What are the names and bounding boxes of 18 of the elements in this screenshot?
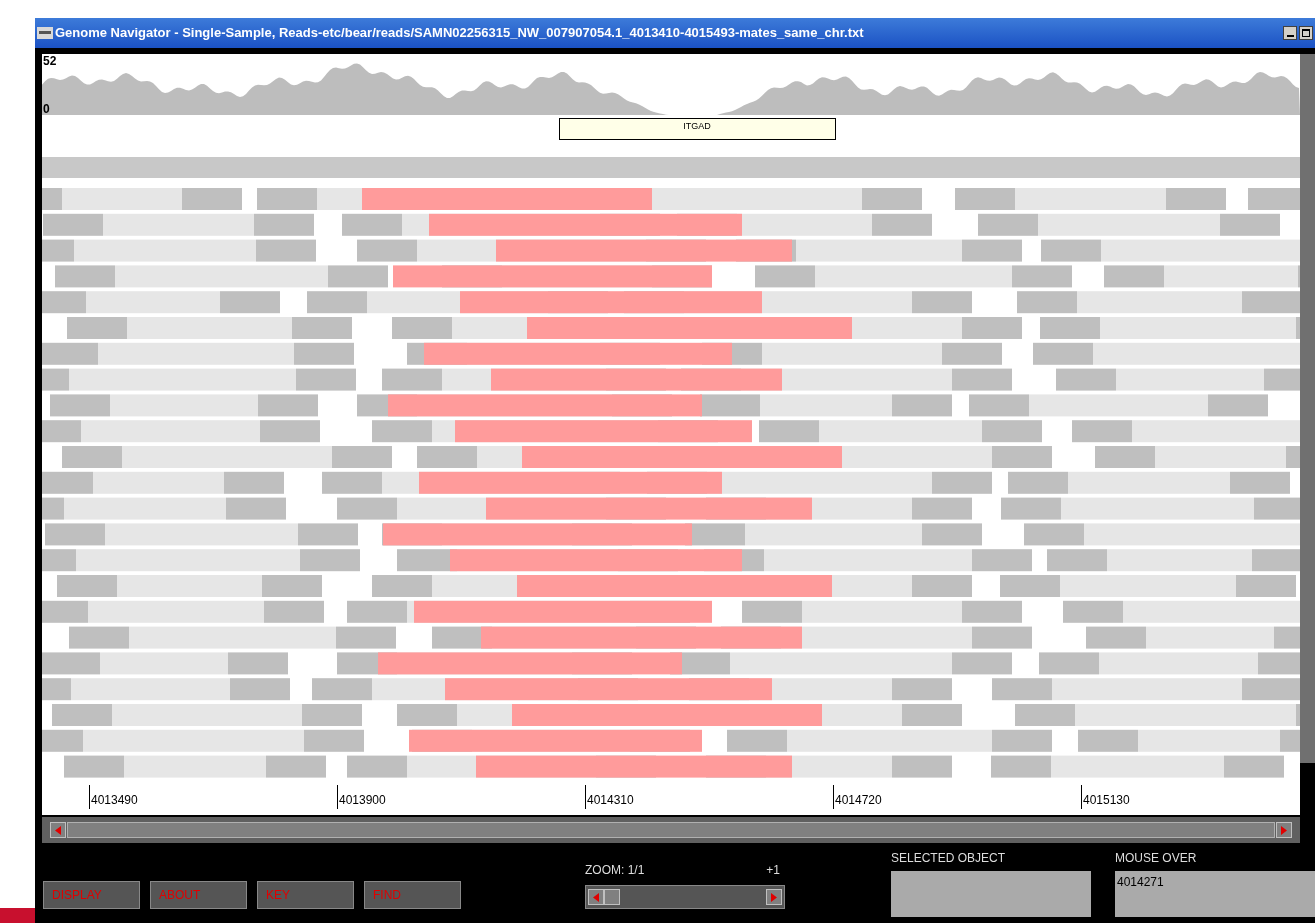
menu-button[interactable]: ABOUT bbox=[150, 881, 247, 909]
coverage-min-label: 0 bbox=[43, 103, 50, 115]
ruler-tick: 4013900 bbox=[337, 785, 585, 809]
menu-button[interactable]: FIND bbox=[364, 881, 461, 909]
gene-box[interactable]: ITGAD bbox=[558, 118, 836, 140]
ruler-tick: 4015130 bbox=[1081, 785, 1300, 809]
menu-button[interactable]: KEY bbox=[257, 881, 354, 909]
zoom-step: +1 bbox=[766, 861, 780, 879]
mouse-over-field: 4014271 bbox=[1115, 871, 1315, 917]
menu-button[interactable]: DISPLAY bbox=[43, 881, 140, 909]
ruler-tick: 4013490 bbox=[89, 785, 337, 809]
coverage-max-label: 52 bbox=[43, 55, 57, 67]
mouse-over-label: MOUSE OVER bbox=[1115, 850, 1198, 867]
ruler-tick: 4014720 bbox=[833, 785, 1081, 809]
zoom-label: ZOOM: 1/1 bbox=[585, 862, 645, 879]
selected-object-label: SELECTED OBJECT bbox=[891, 850, 1007, 867]
ruler-tick: 4014310 bbox=[585, 785, 833, 809]
window-title: Genome Navigator - Single-Sample, Reads-etc/bear/reads/SAMN02256315_NW_007907054.1_4013410-4015493-mates_same_chr.txt bbox=[55, 24, 865, 43]
